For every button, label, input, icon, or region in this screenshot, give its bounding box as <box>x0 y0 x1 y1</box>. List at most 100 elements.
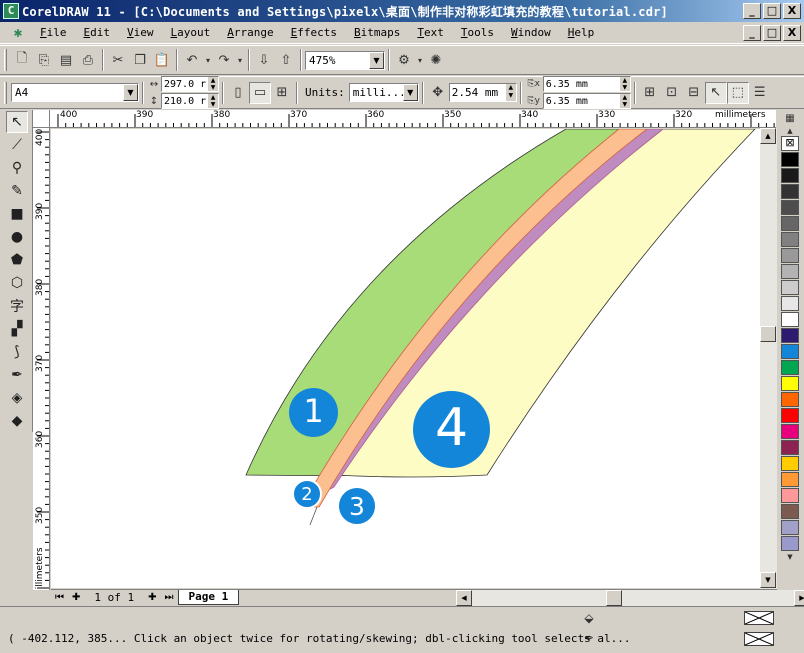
new-document-icon[interactable]: 🗋 <box>11 49 33 71</box>
color-swatch[interactable] <box>781 360 799 375</box>
scroll-right-icon[interactable]: ▶ <box>794 590 804 606</box>
scroll-up-icon[interactable]: ▲ <box>760 128 776 144</box>
options-icon[interactable]: ☰ <box>749 82 771 104</box>
snap-to-grid-icon[interactable]: ⊞ <box>639 82 661 104</box>
minimize-button[interactable]: _ <box>743 3 761 19</box>
menu-bitmaps[interactable]: Bitmaps <box>346 26 409 39</box>
doc-restore-button[interactable]: □ <box>763 25 781 41</box>
color-swatch[interactable] <box>781 504 799 519</box>
horizontal-scroll-thumb[interactable] <box>606 590 622 606</box>
rectangle-tool-icon[interactable]: ■ <box>6 203 28 225</box>
paste-icon[interactable]: 📋 <box>151 49 173 71</box>
color-swatch[interactable] <box>781 424 799 439</box>
color-swatch[interactable] <box>781 376 799 391</box>
zoom-tool-icon[interactable]: ⚲ <box>6 157 28 179</box>
menu-window[interactable]: Window <box>503 26 560 39</box>
interactive-blend-tool-icon[interactable]: ▞ <box>6 318 28 340</box>
duplicate-x-input[interactable]: 6.35 mm ▲ ▼ <box>542 76 631 92</box>
pick-tool-icon[interactable]: ↖ <box>6 111 28 133</box>
color-swatch[interactable] <box>781 184 799 199</box>
chevron-down-icon[interactable]: ▼ <box>123 84 138 101</box>
horizontal-scrollbar[interactable]: ◀ ▶ <box>456 590 804 606</box>
application-launcher-icon[interactable]: ⚙ <box>393 49 415 71</box>
close-button[interactable]: X <box>783 3 801 19</box>
save-icon[interactable]: ▤ <box>55 49 77 71</box>
freehand-tool-icon[interactable]: ✎ <box>6 180 28 202</box>
page-tab-1[interactable]: Page 1 <box>177 590 240 605</box>
add-page-after-icon[interactable]: ✚ <box>144 592 160 603</box>
landscape-icon[interactable]: ▭ <box>249 81 271 104</box>
restore-button[interactable]: □ <box>763 3 781 19</box>
interactive-fill-tool-icon[interactable]: ◆ <box>6 410 28 432</box>
vertical-scrollbar[interactable]: ▲ ▼ <box>760 128 777 590</box>
color-swatch[interactable] <box>781 536 799 551</box>
redo-icon[interactable]: ↷ <box>213 49 235 71</box>
color-swatch[interactable] <box>781 344 799 359</box>
color-swatch[interactable] <box>781 200 799 215</box>
outline-tool-icon[interactable]: ✒ <box>6 364 28 386</box>
undo-icon[interactable]: ↶ <box>181 49 203 71</box>
paper-height-input[interactable]: 210.0 r ▲ ▼ <box>161 93 219 109</box>
last-page-icon[interactable]: ⏭ <box>161 592 178 603</box>
paper-width-input[interactable]: 297.0 r ▲ ▼ <box>161 76 219 92</box>
ellipse-tool-icon[interactable]: ● <box>6 226 28 248</box>
menu-view[interactable]: View <box>119 26 163 39</box>
corel-online-icon[interactable]: ✺ <box>425 49 447 71</box>
color-swatch[interactable] <box>781 408 799 423</box>
toolbar-grip[interactable] <box>4 49 7 71</box>
menu-tools[interactable]: Tools <box>453 26 503 39</box>
cut-icon[interactable]: ✂ <box>107 49 129 71</box>
launcher-dropdown-icon[interactable]: ▾ <box>415 49 425 71</box>
basic-shapes-tool-icon[interactable]: ⬡ <box>6 272 28 294</box>
nudge-distance-input[interactable]: 2.54 mm ▲ ▼ <box>448 83 517 102</box>
menu-help[interactable]: Help <box>560 26 604 39</box>
scroll-left-icon[interactable]: ◀ <box>456 590 472 606</box>
color-swatch[interactable] <box>781 232 799 247</box>
doc-close-button[interactable]: X <box>783 25 801 41</box>
color-swatch[interactable] <box>781 152 799 167</box>
toolbar-grip[interactable] <box>4 81 7 104</box>
color-swatch[interactable] <box>781 312 799 327</box>
undo-dropdown-icon[interactable]: ▾ <box>203 49 213 71</box>
color-swatch[interactable] <box>781 456 799 471</box>
doc-minimize-button[interactable]: _ <box>743 25 761 41</box>
coreldraw-app-icon[interactable]: C <box>3 3 19 19</box>
color-swatch[interactable] <box>781 520 799 535</box>
scroll-down-icon[interactable]: ▼ <box>760 572 776 588</box>
portrait-icon[interactable]: ▯ <box>227 82 249 104</box>
menu-arrange[interactable]: Arrange <box>219 26 282 39</box>
palette-scroll-up-icon[interactable]: ▲ <box>781 126 799 136</box>
snap-to-guidelines-icon[interactable]: ⊡ <box>661 82 683 104</box>
color-swatch[interactable] <box>781 440 799 455</box>
color-swatch[interactable] <box>781 392 799 407</box>
color-swatch[interactable] <box>781 328 799 343</box>
units-select[interactable]: milli... ▼ <box>348 83 419 102</box>
first-page-icon[interactable]: ⏮ <box>51 592 68 603</box>
copy-icon[interactable]: ❐ <box>129 49 151 71</box>
document-icon[interactable]: ✱ <box>10 25 26 41</box>
fill-indicator[interactable] <box>744 611 774 625</box>
scroll-thumb[interactable] <box>760 326 776 342</box>
zoom-level-select[interactable]: 475% ▼ <box>305 50 385 70</box>
export-icon[interactable]: ⇧ <box>275 49 297 71</box>
ruler-origin[interactable] <box>33 110 50 128</box>
chevron-down-icon[interactable]: ▼ <box>402 84 418 101</box>
paper-size-select[interactable]: A4 ▼ <box>11 83 139 102</box>
snap-to-objects-icon[interactable]: ⊟ <box>683 82 705 104</box>
drawing-canvas[interactable]: 1 2 3 4 <box>51 129 776 588</box>
menu-file[interactable]: File <box>32 26 76 39</box>
menu-layout[interactable]: Layout <box>163 26 220 39</box>
color-swatch[interactable] <box>781 168 799 183</box>
fill-tool-icon[interactable]: ◈ <box>6 387 28 409</box>
redo-dropdown-icon[interactable]: ▾ <box>235 49 245 71</box>
text-tool-icon[interactable]: 字 <box>6 295 28 317</box>
chevron-down-icon[interactable]: ▼ <box>369 51 384 69</box>
color-swatch[interactable] <box>781 472 799 487</box>
palette-options-icon[interactable]: ▦ <box>781 110 799 126</box>
eyedropper-tool-icon[interactable]: ⟆ <box>6 341 28 363</box>
dynamic-guides-icon[interactable]: ↖ <box>704 81 727 104</box>
color-swatch[interactable] <box>781 296 799 311</box>
open-icon[interactable]: ⎘ <box>33 49 55 71</box>
color-swatch[interactable] <box>781 248 799 263</box>
outline-indicator[interactable] <box>744 632 774 646</box>
